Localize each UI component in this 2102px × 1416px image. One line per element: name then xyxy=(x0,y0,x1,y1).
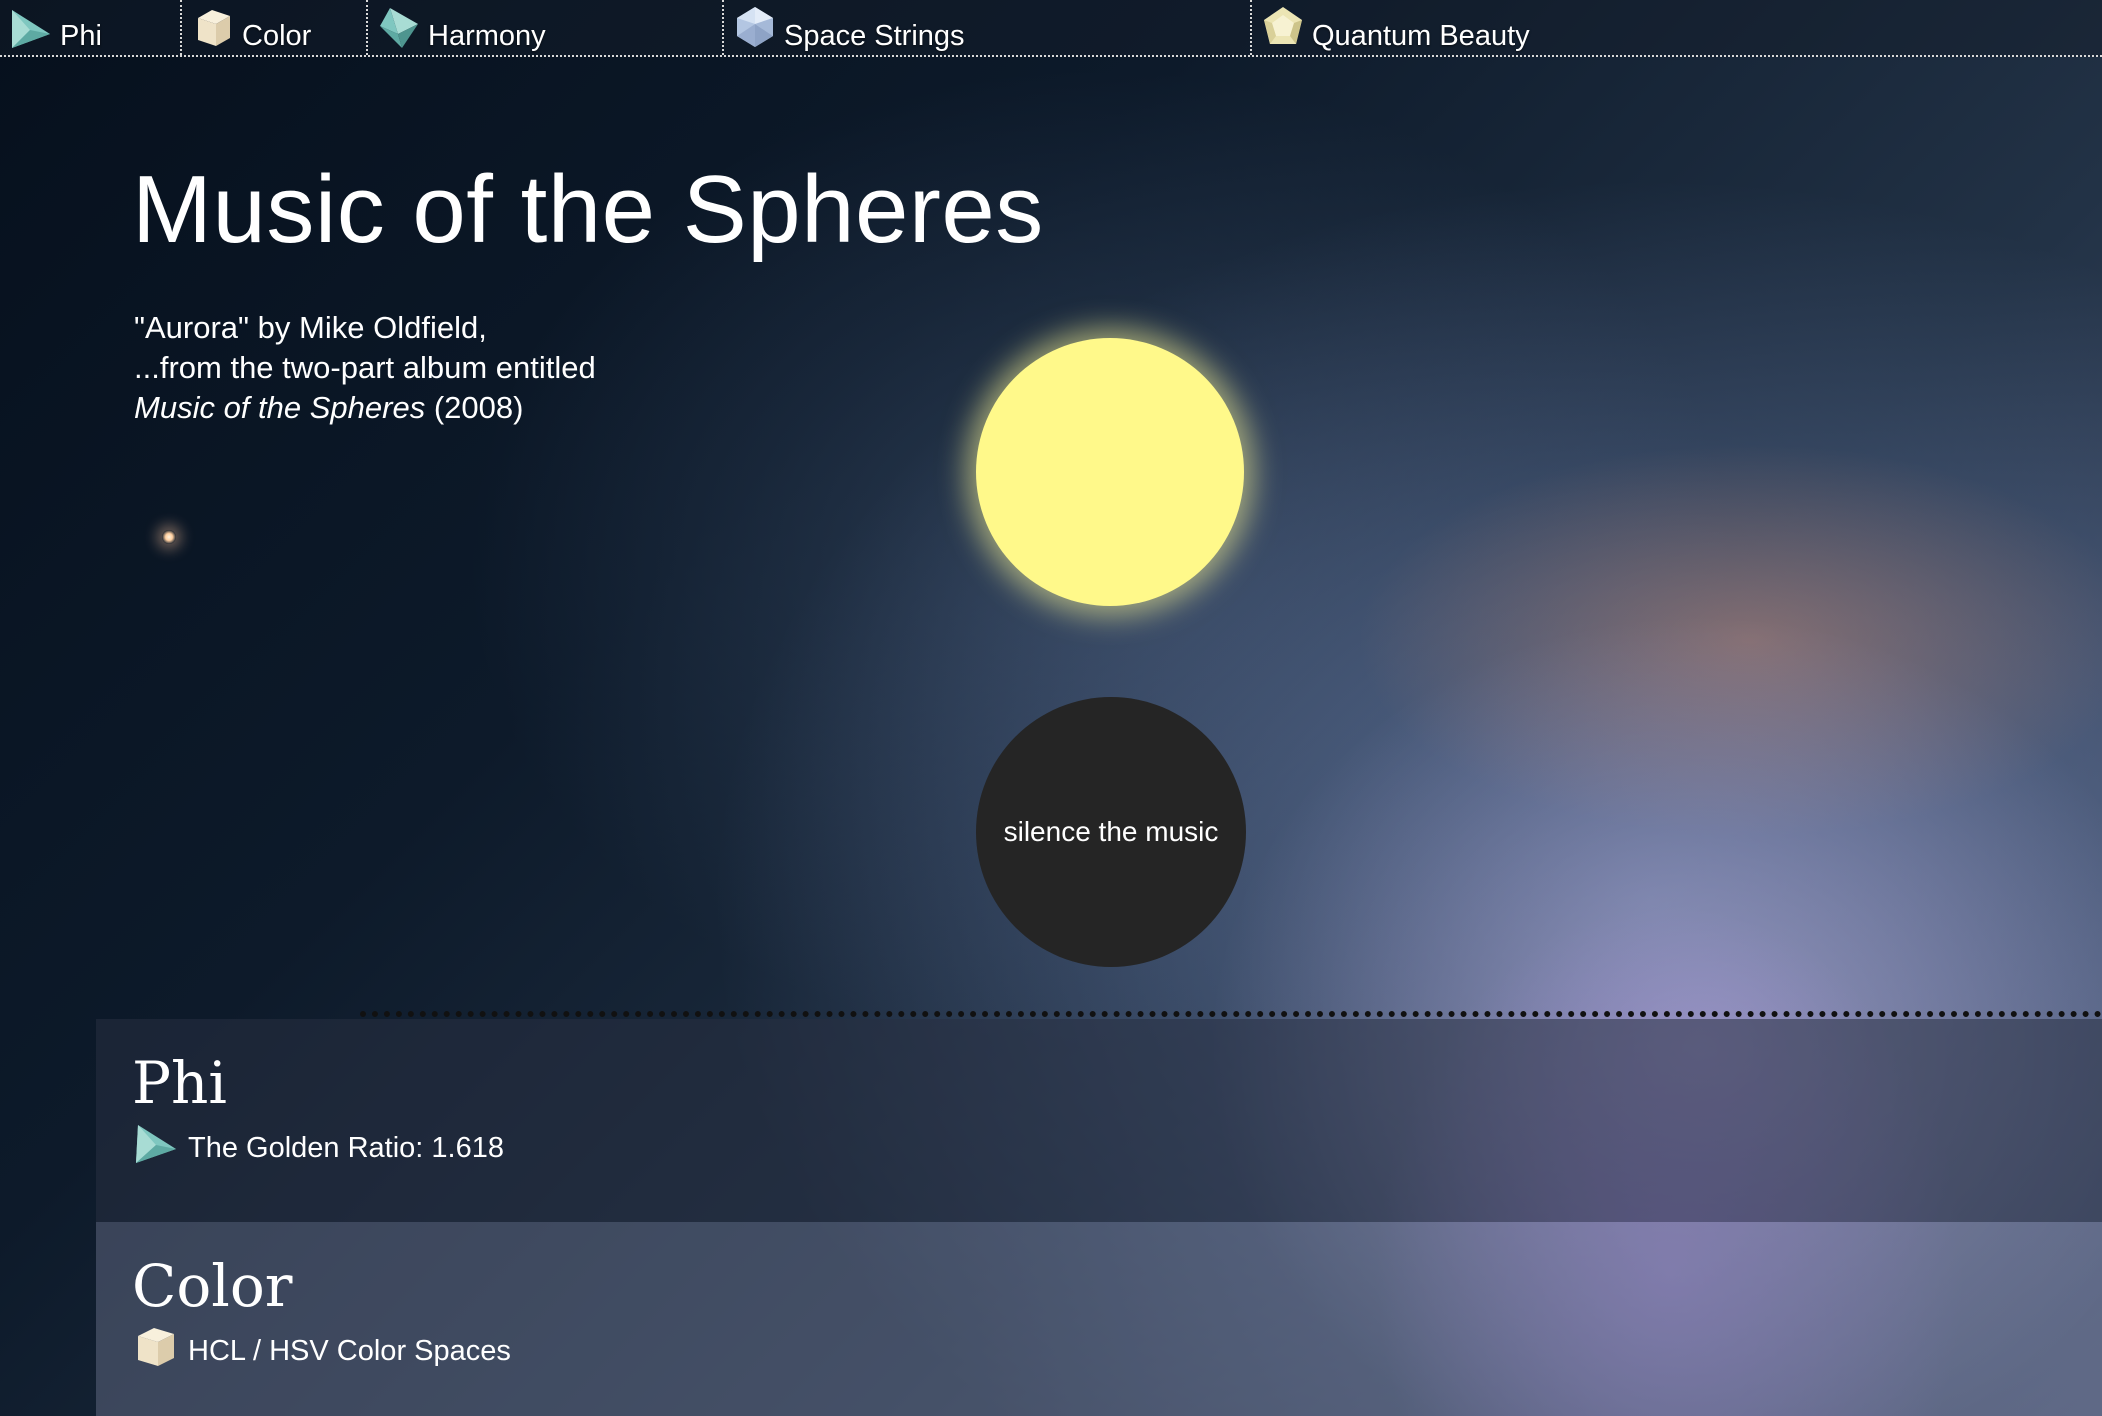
sun-orb[interactable] xyxy=(976,338,1244,606)
silence-music-button[interactable]: silence the music xyxy=(976,697,1246,967)
golden-ratio-link[interactable]: The Golden Ratio: 1.618 xyxy=(132,1119,504,1165)
nav-item-quantum-beauty[interactable]: Quantum Beauty xyxy=(1252,0,2102,55)
nav-label: Phi xyxy=(60,20,102,52)
nav-item-space-strings[interactable]: Space Strings xyxy=(724,0,1252,55)
nav-item-phi[interactable]: Phi xyxy=(0,0,182,55)
cube-icon xyxy=(198,10,230,46)
album-line: Music of the Spheres (2008) xyxy=(134,388,596,428)
section-color: Color HCL / HSV Color Spaces xyxy=(96,1222,2102,1416)
item-label: HCL / HSV Color Spaces xyxy=(188,1335,511,1367)
color-spaces-link[interactable]: HCL / HSV Color Spaces xyxy=(132,1322,511,1368)
nav-item-harmony[interactable]: Harmony xyxy=(368,0,724,55)
track-credit-line: "Aurora" by Mike Oldfield, xyxy=(134,310,487,345)
icosahedron-icon xyxy=(737,7,773,47)
album-title: Music of the Spheres xyxy=(134,390,426,425)
cube-icon xyxy=(138,1328,174,1366)
top-nav: Phi Color Harmony Space Strings Quantum … xyxy=(0,0,2102,57)
nav-label: Color xyxy=(242,20,312,52)
nav-label: Quantum Beauty xyxy=(1312,20,1530,52)
triangle-icon xyxy=(136,1125,176,1163)
star-glow xyxy=(162,530,176,544)
track-credits: "Aurora" by Mike Oldfield, ...from the t… xyxy=(134,308,596,428)
item-label: The Golden Ratio: 1.618 xyxy=(188,1132,504,1164)
nav-item-color[interactable]: Color xyxy=(182,0,368,55)
album-intro-line: ...from the two-part album entitled xyxy=(134,350,596,385)
dotted-divider xyxy=(360,1011,2102,1017)
triangle-icon xyxy=(12,10,50,48)
nav-label: Space Strings xyxy=(784,20,965,52)
section-phi: Phi The Golden Ratio: 1.618 xyxy=(96,1019,2102,1222)
section-title: Phi xyxy=(132,1049,227,1117)
nav-label: Harmony xyxy=(428,20,546,52)
octahedron-icon xyxy=(380,8,418,48)
dodecahedron-icon xyxy=(1264,7,1302,44)
album-year: (2008) xyxy=(433,390,524,425)
page-title: Music of the Spheres xyxy=(132,156,1044,263)
section-title: Color xyxy=(132,1252,293,1320)
